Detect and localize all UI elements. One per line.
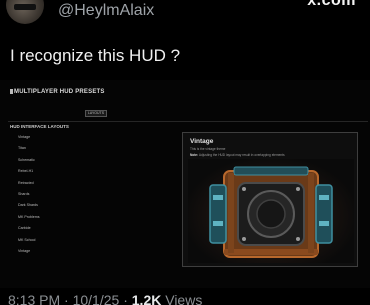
tweet-time[interactable]: 8:13 PM xyxy=(8,292,60,305)
hud-presets-title-text: MULTIPLAYER HUD PRESETS xyxy=(14,89,105,95)
layout-item-shards[interactable]: Shards xyxy=(18,191,78,202)
vintage-device-illustration xyxy=(209,166,333,258)
layout-item-rebel[interactable]: Rebel-H1 xyxy=(18,168,78,179)
layout-preview-panel: Vintage This is the vintage theme Note: … xyxy=(182,132,358,267)
preview-subtitle: This is the vintage theme xyxy=(190,147,226,151)
layout-item-dark-shards[interactable]: Dark Shards xyxy=(18,202,78,213)
presets-icon xyxy=(10,89,13,94)
layout-item-schematic[interactable]: Schematic xyxy=(18,157,78,168)
layout-list: Vintage Titan Schematic Rebel-H1 Retract… xyxy=(18,134,78,259)
layout-item-titan[interactable]: Titan xyxy=(18,145,78,156)
layouts-button[interactable]: LAYOUTS xyxy=(85,110,107,117)
divider xyxy=(8,121,368,122)
separator: · xyxy=(64,292,69,305)
user-handle[interactable]: @HeylmAlaix xyxy=(58,2,154,20)
vintage-hud-artwork xyxy=(188,159,354,263)
tweet-media[interactable]: MULTIPLAYER HUD PRESETS LAYOUTS HUD INTE… xyxy=(0,80,370,288)
layout-item-retracted[interactable]: Retracted xyxy=(18,180,78,191)
layout-item-mk-problems[interactable]: MK Problems xyxy=(18,214,78,225)
tweet-footer: 8:13 PM · 10/1/25 · 1.2K Views xyxy=(8,292,202,305)
preview-title: Vintage xyxy=(190,138,214,145)
tweet-header: @HeylmAlaix x.com xyxy=(0,0,370,26)
tweet-text: I recognize this HUD ? xyxy=(10,46,181,65)
site-watermark: x.com xyxy=(307,0,356,9)
views-label: Views xyxy=(165,292,203,305)
layout-item-vintage-2[interactable]: Vintage xyxy=(18,248,78,259)
hud-presets-title: MULTIPLAYER HUD PRESETS xyxy=(10,89,105,95)
layout-item-mk-school[interactable]: MK School xyxy=(18,237,78,248)
preview-note-text: Adjusting the HUD layout may result in o… xyxy=(198,153,285,157)
preview-note-label: Note: xyxy=(190,153,199,157)
tweet-date[interactable]: 10/1/25 xyxy=(73,292,120,305)
separator: · xyxy=(123,292,128,305)
layout-item-vintage[interactable]: Vintage xyxy=(18,134,78,145)
avatar[interactable] xyxy=(6,0,44,24)
views-count: 1.2K xyxy=(131,292,162,305)
layout-item-carbide[interactable]: Carbide xyxy=(18,225,78,236)
preview-note: Note: Adjusting the HUD layout may resul… xyxy=(190,153,285,157)
section-label: HUD INTERFACE LAYOUTS xyxy=(10,124,69,129)
